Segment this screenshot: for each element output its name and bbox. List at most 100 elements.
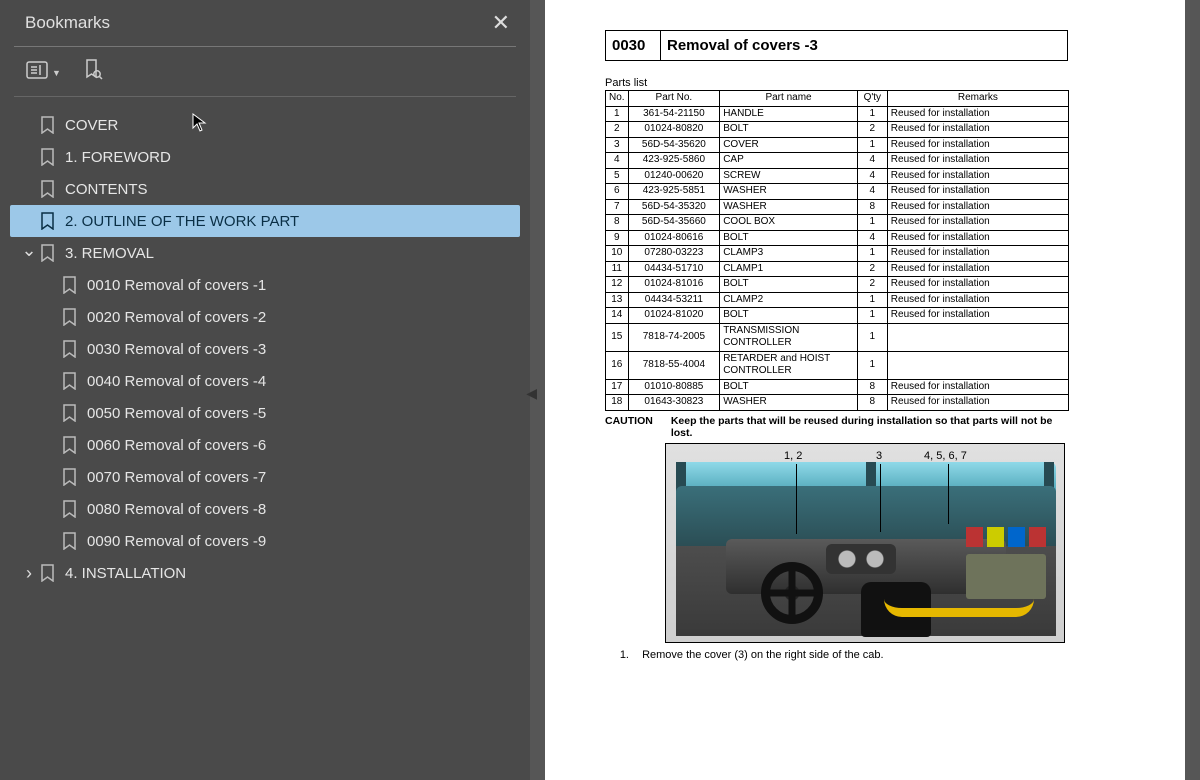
table-cell: Reused for installation bbox=[887, 308, 1068, 324]
table-cell: 01024-81020 bbox=[628, 308, 720, 324]
table-cell: 17 bbox=[606, 379, 629, 395]
table-cell: Reused for installation bbox=[887, 215, 1068, 231]
divider bbox=[14, 46, 516, 47]
table-cell: 1 bbox=[606, 106, 629, 122]
bookmark-icon bbox=[62, 404, 77, 422]
table-cell: WASHER bbox=[720, 395, 858, 411]
table-cell: 7818-55-4004 bbox=[628, 351, 720, 379]
table-row: 856D-54-35660COOL BOX1Reused for install… bbox=[606, 215, 1069, 231]
table-cell: Reused for installation bbox=[887, 153, 1068, 169]
table-cell: 4 bbox=[857, 184, 887, 200]
table-cell: 07280-03223 bbox=[628, 246, 720, 262]
table-cell: Reused for installation bbox=[887, 379, 1068, 395]
bookmark-label: 4. INSTALLATION bbox=[65, 565, 186, 582]
table-cell: 1 bbox=[857, 137, 887, 153]
table-cell: 1 bbox=[857, 323, 887, 351]
table-row: 167818-55-4004RETARDER and HOIST CONTROL… bbox=[606, 351, 1069, 379]
bookmark-item[interactable]: COVER bbox=[10, 109, 520, 141]
options-button[interactable]: ▼ bbox=[26, 61, 61, 84]
bookmark-item[interactable]: ⌄ 3. REMOVAL bbox=[10, 237, 520, 269]
bookmark-item[interactable]: 0050 Removal of covers -5 bbox=[10, 397, 520, 429]
close-icon[interactable]: ✕ bbox=[492, 10, 510, 36]
table-cell: 01643-30823 bbox=[628, 395, 720, 411]
table-row: 356D-54-35620COVER1Reused for installati… bbox=[606, 137, 1069, 153]
table-cell: 1 bbox=[857, 246, 887, 262]
table-cell: CAP bbox=[720, 153, 858, 169]
table-row: 6423-925-5851WASHER4Reused for installat… bbox=[606, 184, 1069, 200]
table-cell: WASHER bbox=[720, 199, 858, 215]
bookmark-icon bbox=[62, 436, 77, 454]
table-cell: CLAMP1 bbox=[720, 261, 858, 277]
bookmark-item[interactable]: 0010 Removal of covers -1 bbox=[10, 269, 520, 301]
table-row: 1007280-03223CLAMP31Reused for installat… bbox=[606, 246, 1069, 262]
table-cell: Reused for installation bbox=[887, 246, 1068, 262]
bookmark-icon bbox=[62, 276, 77, 294]
table-cell: BOLT bbox=[720, 277, 858, 293]
caution-text: Keep the parts that will be reused durin… bbox=[671, 415, 1069, 439]
table-cell: WASHER bbox=[720, 184, 858, 200]
table-cell: HANDLE bbox=[720, 106, 858, 122]
table-cell: Reused for installation bbox=[887, 184, 1068, 200]
bookmark-tree: COVER 1. FOREWORD CONTENTS 2. OUTLINE OF TH… bbox=[0, 103, 530, 589]
table-row: 901024-80616BOLT4Reused for installation bbox=[606, 230, 1069, 246]
bookmark-item[interactable]: 0040 Removal of covers -4 bbox=[10, 365, 520, 397]
find-bookmark-button[interactable] bbox=[83, 59, 103, 86]
table-cell: Reused for installation bbox=[887, 137, 1068, 153]
table-cell: CLAMP2 bbox=[720, 292, 858, 308]
table-cell: 4 bbox=[606, 153, 629, 169]
bookmark-icon bbox=[62, 468, 77, 486]
parts-table: No.Part No.Part nameQ'tyRemarks 1361-54-… bbox=[605, 90, 1069, 411]
table-cell: 56D-54-35320 bbox=[628, 199, 720, 215]
table-cell: 10 bbox=[606, 246, 629, 262]
chevron-right-icon[interactable]: › bbox=[18, 563, 40, 584]
table-cell: 16 bbox=[606, 351, 629, 379]
collapse-handle-icon[interactable]: ◀ bbox=[526, 385, 537, 402]
table-cell: 15 bbox=[606, 323, 629, 351]
table-cell: 423-925-5851 bbox=[628, 184, 720, 200]
bookmark-item[interactable]: 0080 Removal of covers -8 bbox=[10, 493, 520, 525]
section-code: 0030 bbox=[606, 31, 661, 61]
table-cell bbox=[887, 351, 1068, 379]
table-cell: 4 bbox=[857, 168, 887, 184]
bookmark-label: 0070 Removal of covers -7 bbox=[87, 469, 266, 486]
table-row: 1801643-30823WASHER8Reused for installat… bbox=[606, 395, 1069, 411]
table-cell: 4 bbox=[857, 230, 887, 246]
bookmark-item[interactable]: 2. OUTLINE OF THE WORK PART bbox=[10, 205, 520, 237]
table-header: Q'ty bbox=[857, 91, 887, 107]
table-cell: 01024-80820 bbox=[628, 122, 720, 138]
bookmark-label: 3. REMOVAL bbox=[65, 245, 154, 262]
bookmark-label: 1. FOREWORD bbox=[65, 149, 171, 166]
table-cell: 361-54-21150 bbox=[628, 106, 720, 122]
bookmark-search-icon bbox=[83, 59, 103, 86]
bookmark-item[interactable]: CONTENTS bbox=[10, 173, 520, 205]
bookmark-label: 0050 Removal of covers -5 bbox=[87, 405, 266, 422]
caution-note: CAUTION Keep the parts that will be reus… bbox=[605, 415, 1069, 439]
bookmark-icon bbox=[40, 244, 55, 262]
bookmark-item[interactable]: 0070 Removal of covers -7 bbox=[10, 461, 520, 493]
table-cell: COOL BOX bbox=[720, 215, 858, 231]
table-cell: 1 bbox=[857, 106, 887, 122]
document-pane[interactable]: 0030 Removal of covers -3 Parts list No.… bbox=[530, 0, 1200, 780]
bookmark-item[interactable]: 0030 Removal of covers -3 bbox=[10, 333, 520, 365]
bookmark-item[interactable]: 0020 Removal of covers -2 bbox=[10, 301, 520, 333]
table-cell: 8 bbox=[857, 395, 887, 411]
table-row: 1701010-80885BOLT8Reused for installatio… bbox=[606, 379, 1069, 395]
bookmark-item[interactable]: › 4. INSTALLATION bbox=[10, 557, 520, 589]
bookmark-label: 2. OUTLINE OF THE WORK PART bbox=[65, 213, 299, 230]
table-cell: 4 bbox=[857, 153, 887, 169]
table-cell: 01024-80616 bbox=[628, 230, 720, 246]
table-cell: Reused for installation bbox=[887, 277, 1068, 293]
table-cell: BOLT bbox=[720, 308, 858, 324]
table-cell: Reused for installation bbox=[887, 122, 1068, 138]
bookmark-item[interactable]: 0060 Removal of covers -6 bbox=[10, 429, 520, 461]
table-cell: COVER bbox=[720, 137, 858, 153]
panel-title: Bookmarks bbox=[25, 13, 110, 33]
bookmark-label: 0060 Removal of covers -6 bbox=[87, 437, 266, 454]
bookmark-icon bbox=[40, 116, 55, 134]
bookmark-item[interactable]: 1. FOREWORD bbox=[10, 141, 520, 173]
table-row: 4423-925-5860CAP4Reused for installation bbox=[606, 153, 1069, 169]
bookmark-item[interactable]: 0090 Removal of covers -9 bbox=[10, 525, 520, 557]
chevron-down-icon[interactable]: ⌄ bbox=[18, 240, 40, 261]
bookmark-label: CONTENTS bbox=[65, 181, 148, 198]
table-cell: 8 bbox=[857, 379, 887, 395]
